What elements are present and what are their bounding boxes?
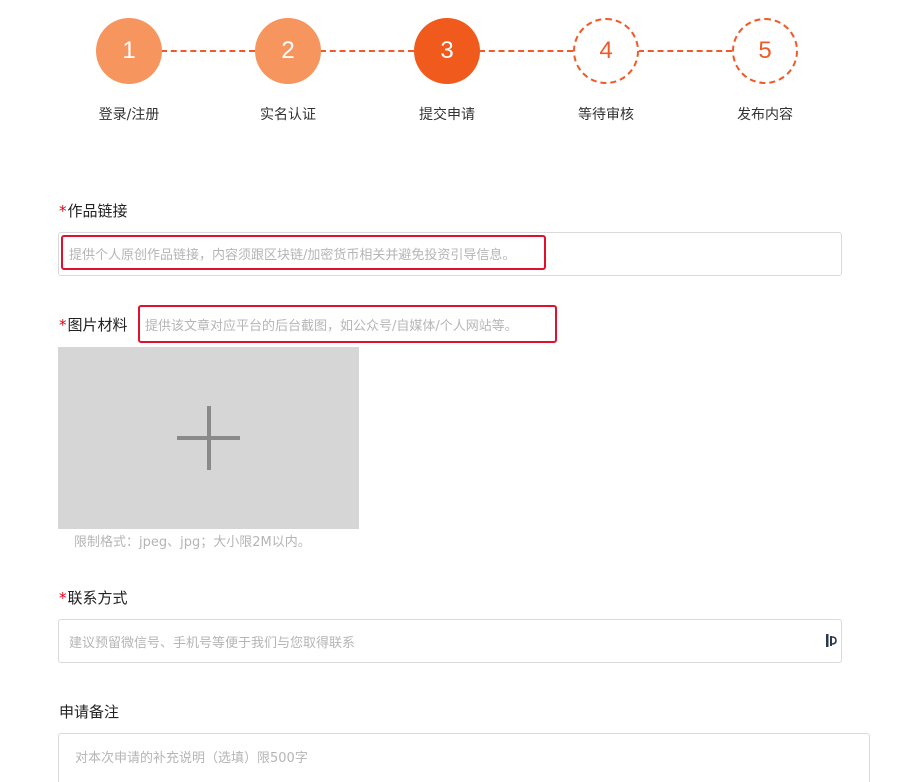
- step-circle: 3: [414, 18, 480, 84]
- contact-placeholder: 建议预留微信号、手机号等便于我们与您取得联系: [69, 636, 356, 651]
- step-label: 提交申请: [419, 107, 475, 123]
- step-label: 登录/注册: [98, 107, 160, 123]
- step-5: 5 发布内容: [732, 18, 798, 123]
- step-label: 等待审核: [578, 107, 634, 123]
- required-mark: *: [59, 589, 67, 607]
- step-label: 发布内容: [737, 107, 793, 123]
- step-label: 实名认证: [260, 107, 316, 123]
- images-label: *图片材料: [59, 314, 128, 335]
- progress-stepper: 1 登录/注册 2 实名认证 3 提交申请 4 等待审核 5 发布内容: [0, 0, 901, 140]
- step-4: 4 等待审核: [573, 18, 639, 123]
- images-description: 提供该文章对应平台的后台截图，如公众号/自媒体/个人网站等。: [145, 319, 518, 334]
- step-2: 2 实名认证: [255, 18, 321, 123]
- plus-icon: [207, 406, 211, 470]
- step-connector: [479, 50, 573, 52]
- remarks-label: 申请备注: [59, 703, 120, 721]
- images-label-text: 图片材料: [67, 316, 128, 334]
- work-link-placeholder: 提供个人原创作品链接，内容须跟区块链/加密货币相关并避免投资引导信息。: [69, 248, 516, 263]
- step-circle: 2: [255, 18, 321, 84]
- step-connector: [161, 50, 255, 52]
- remarks-placeholder: 对本次申请的补充说明（选填）限500字: [75, 751, 308, 766]
- password-manager-icon[interactable]: [825, 633, 837, 648]
- step-circle: 4: [573, 18, 639, 84]
- step-1: 1 登录/注册: [96, 18, 162, 123]
- step-connector: [320, 50, 414, 52]
- upload-hint: 限制格式：jpeg、jpg；大小限2M以内。: [74, 535, 311, 550]
- required-mark: *: [59, 202, 67, 220]
- step-connector: [638, 50, 732, 52]
- step-circle: 1: [96, 18, 162, 84]
- step-circle: 5: [732, 18, 798, 84]
- step-3: 3 提交申请: [414, 18, 480, 123]
- required-mark: *: [59, 316, 67, 334]
- work-link-label: *作品链接: [59, 200, 128, 221]
- contact-label-text: 联系方式: [67, 589, 128, 607]
- work-link-label-text: 作品链接: [67, 202, 128, 220]
- contact-label: *联系方式: [59, 587, 128, 608]
